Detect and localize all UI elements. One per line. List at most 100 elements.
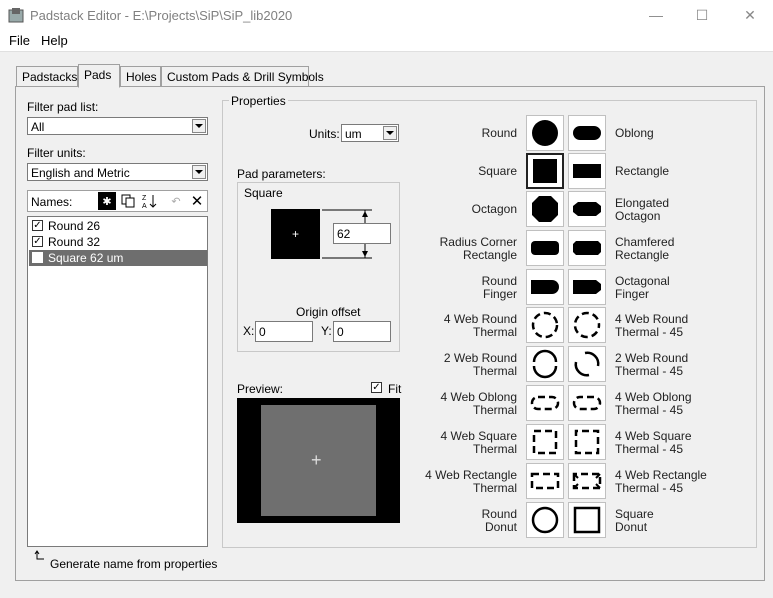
chamfered-rectangle-button[interactable] [568,230,606,266]
y-label: Y: [321,324,332,338]
shape-label: Rectangle [615,164,670,178]
round-pad-icon [530,118,560,148]
pad-list[interactable]: ✓ Round 26 ✓ Round 32 Square 62 um [27,216,208,547]
octagon-pad-button[interactable] [526,191,564,227]
generate-name-button[interactable]: Generate name from properties [50,557,217,571]
menu-file[interactable]: File [9,33,30,48]
oblong-pad-button[interactable] [568,115,606,151]
square-pad-button[interactable] [526,153,564,189]
chevron-down-icon [192,165,206,179]
shape-name: Square [244,186,283,200]
4-web-rectangle-thermal-button[interactable] [526,463,564,499]
square-donut-button[interactable] [568,502,606,538]
preview-canvas: + [237,398,400,523]
elongated-octagon-pad-button[interactable] [568,191,606,227]
shape-label: 4 Web Round Thermal [443,312,517,339]
4-web-oblong-thermal-45-button[interactable] [568,385,606,421]
sort-icon[interactable]: ZA [140,192,158,210]
window-title: Padstack Editor - E:\Projects\SiP\SiP_li… [30,8,293,23]
rectangle-pad-button[interactable] [568,153,606,189]
list-item-label: Round 32 [48,235,101,249]
radius-corner-rectangle-icon [530,233,560,263]
tab-holes[interactable]: Holes [120,66,161,86]
shape-label: Round Finger [481,274,517,301]
minimize-button[interactable]: — [633,0,679,30]
undo-icon[interactable]: ↶ [167,192,185,210]
4-web-oblong-thermal-button[interactable] [526,385,564,421]
x-offset-value: 0 [259,325,266,339]
list-item-label: Square 62 um [48,251,124,265]
shape-label: Elongated Octagon [615,196,670,223]
filter-units-select[interactable]: English and Metric [27,163,208,181]
size-input[interactable]: 62 [333,223,391,244]
fit-checkbox[interactable]: ✓ [371,382,382,393]
list-item[interactable]: ✓ Round 32 [29,234,207,250]
y-offset-value: 0 [337,325,344,339]
round-finger-button[interactable] [526,269,564,305]
chamfered-rectangle-icon [572,233,602,263]
units-label: Units: [309,127,340,141]
preview-label: Preview: [237,382,284,396]
y-offset-input[interactable]: 0 [333,321,391,342]
2-web-round-thermal-45-button[interactable] [568,346,606,382]
2-web-round-thermal-button[interactable] [526,346,564,382]
shape-label: Radius Corner Rectangle [439,235,517,262]
properties-title: Properties [229,94,288,108]
4-web-round-thermal-45-button[interactable] [568,307,606,343]
shape-label: Square [478,164,517,178]
delete-icon[interactable]: ✕ [188,192,206,210]
4-web-oblong-thermal-icon [530,388,560,418]
2-web-round-thermal-icon [530,349,560,379]
list-item-label: Round 26 [48,219,101,233]
4-web-round-thermal-45-icon [572,310,602,340]
shape-label: Oblong [615,126,654,140]
shape-thumbnail: + [271,209,320,259]
close-button[interactable]: ✕ [727,0,773,30]
list-item-selected[interactable]: Square 62 um [29,250,207,266]
4-web-square-thermal-button[interactable] [526,424,564,460]
4-web-round-thermal-button[interactable] [526,307,564,343]
x-offset-input[interactable]: 0 [255,321,313,342]
filter-units-label: Filter units: [27,146,86,160]
round-pad-button[interactable] [526,115,564,151]
tab-custom-pads[interactable]: Custom Pads & Drill Symbols [161,66,324,86]
elongated-octagon-pad-icon [572,194,602,224]
units-select[interactable]: um [341,124,399,142]
fit-label: Fit [388,382,402,396]
tab-padstacks[interactable]: Padstacks [16,66,78,86]
4-web-square-thermal-icon [530,427,560,457]
radius-corner-rectangle-button[interactable] [526,230,564,266]
maximize-button[interactable]: ☐ [679,0,725,30]
tab-pads[interactable]: Pads [78,64,120,88]
checkbox[interactable] [32,252,43,263]
4-web-oblong-thermal-45-icon [572,388,602,418]
rectangle-pad-icon [572,156,602,186]
new-pad-icon[interactable]: ✱ [98,192,116,210]
copy-icon[interactable] [119,192,137,210]
shape-label: Octagonal Finger [615,274,670,301]
app-icon [8,7,24,23]
chevron-down-icon [383,126,397,140]
crosshair-icon: + [311,450,322,470]
shape-label: Round [481,126,517,140]
checkbox[interactable]: ✓ [32,236,43,247]
4-web-rectangle-thermal-45-button[interactable] [568,463,606,499]
round-donut-button[interactable] [526,502,564,538]
x-label: X: [243,324,255,338]
shape-label: 4 Web Round Thermal - 45 [615,312,689,339]
filter-pad-select[interactable]: All [27,117,208,135]
menu-help[interactable]: Help [41,33,68,48]
square-pad-icon [530,156,560,186]
checkbox[interactable]: ✓ [32,220,43,231]
shape-label: 2 Web Round Thermal [443,351,517,378]
octagonal-finger-button[interactable] [568,269,606,305]
octagonal-finger-icon [572,272,602,302]
menu-bar [0,30,773,52]
filter-pad-value: All [31,120,45,134]
shape-label: Square Donut [615,507,654,534]
list-item[interactable]: ✓ Round 26 [29,218,207,234]
4-web-rectangle-thermal-icon [530,466,560,496]
round-finger-icon [530,272,560,302]
size-value: 62 [337,227,351,241]
4-web-square-thermal-45-button[interactable] [568,424,606,460]
